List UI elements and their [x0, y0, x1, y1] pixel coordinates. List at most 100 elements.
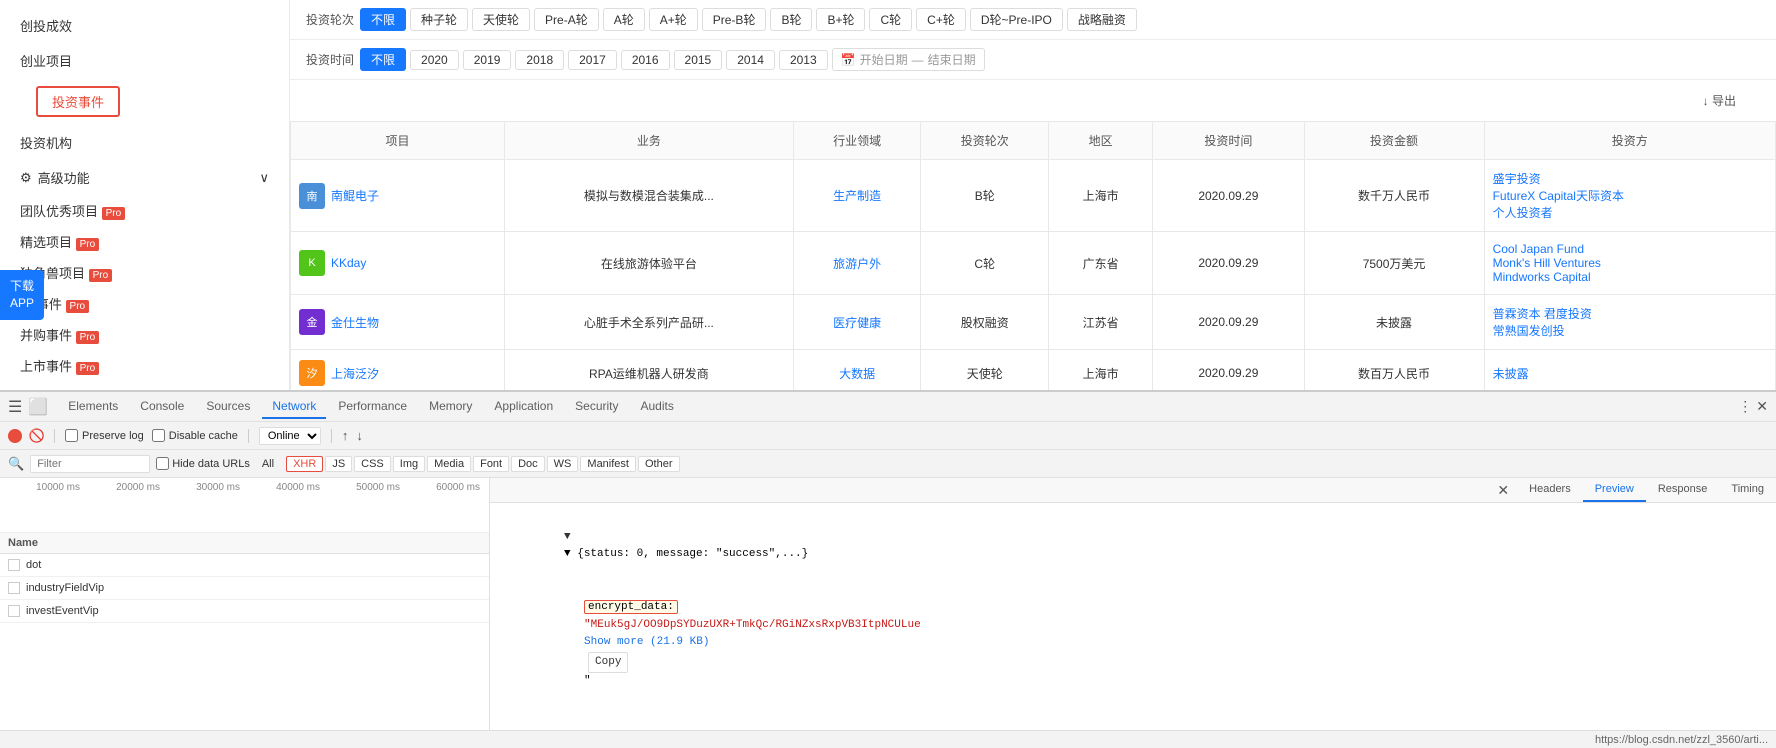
export-button[interactable]: ↓ 导出	[1695, 88, 1744, 113]
tab-console[interactable]: Console	[130, 395, 194, 419]
company-link[interactable]: 金仕生物	[331, 314, 379, 331]
investor-link[interactable]: Cool Japan Fund	[1493, 242, 1584, 256]
sidebar-sub-teamproject[interactable]: 团队优秀项目 Pro	[0, 195, 289, 226]
investor-link[interactable]: Monk's Hill Ventures	[1493, 256, 1601, 270]
sidebar-advanced-group[interactable]: ⚙ 高级功能 ∨	[0, 160, 289, 195]
preview-tab-timing[interactable]: Timing	[1719, 478, 1776, 502]
time-btn-2019[interactable]: 2019	[463, 50, 512, 70]
preserve-log-checkbox[interactable]: Preserve log	[65, 429, 144, 442]
preserve-log-input[interactable]	[65, 429, 78, 442]
copy-button[interactable]: Copy	[588, 652, 628, 674]
hide-data-urls-checkbox[interactable]: Hide data URLs	[156, 457, 250, 470]
time-btn-2018[interactable]: 2018	[515, 50, 564, 70]
filter-type-font[interactable]: Font	[473, 456, 509, 472]
investor-link[interactable]: 未披露	[1493, 367, 1529, 381]
filter-type-manifest[interactable]: Manifest	[580, 456, 636, 472]
industry-link[interactable]: 生产制造	[833, 189, 881, 203]
time-btn-2014[interactable]: 2014	[726, 50, 775, 70]
request-item-invest[interactable]: investEventVip	[0, 600, 489, 623]
sidebar-item-touzijigou[interactable]: 投资机构	[0, 125, 289, 160]
time-btn-2013[interactable]: 2013	[779, 50, 828, 70]
tab-network[interactable]: Network	[262, 395, 326, 419]
industry-link[interactable]: 大数据	[839, 367, 875, 381]
investor-link[interactable]: 盛宇投资	[1493, 172, 1541, 186]
company-link[interactable]: 南鲲电子	[331, 187, 379, 204]
show-more-button[interactable]: Show more (21.9 KB)	[584, 636, 709, 648]
disable-cache-input[interactable]	[152, 429, 165, 442]
sidebar-sub-neweconomy[interactable]: 新经济行业 Pro	[0, 381, 289, 390]
time-btn-2017[interactable]: 2017	[568, 50, 617, 70]
cell-industry[interactable]: 医疗健康	[793, 295, 921, 350]
tab-performance[interactable]: Performance	[328, 395, 417, 419]
online-select[interactable]: Online	[259, 427, 321, 445]
round-btn-prea[interactable]: Pre-A轮	[534, 8, 599, 31]
request-checkbox-industry[interactable]	[8, 582, 20, 594]
filter-type-img[interactable]: Img	[393, 456, 425, 472]
filter-icon[interactable]: 🔍	[8, 456, 24, 472]
tab-application[interactable]: Application	[484, 395, 563, 419]
round-btn-cplus[interactable]: C+轮	[916, 8, 966, 31]
request-item-industry[interactable]: industryFieldVip	[0, 577, 489, 600]
tab-sources[interactable]: Sources	[196, 395, 260, 419]
industry-link[interactable]: 医疗健康	[833, 316, 881, 330]
sidebar-item-chuangtou[interactable]: 创投成效	[0, 8, 289, 43]
time-btn-unlimited[interactable]: 不限	[360, 48, 406, 71]
filter-type-css[interactable]: CSS	[354, 456, 391, 472]
investor-link[interactable]: 普霖资本 君度投资	[1493, 307, 1592, 321]
filter-type-other[interactable]: Other	[638, 456, 680, 472]
request-checkbox-invest[interactable]	[8, 605, 20, 617]
tab-audits[interactable]: Audits	[631, 395, 684, 419]
json-expand-icon[interactable]: ▼	[564, 531, 571, 543]
time-btn-2020[interactable]: 2020	[410, 50, 459, 70]
investor-link[interactable]: 常熟国发创投	[1493, 324, 1565, 338]
round-btn-a[interactable]: A轮	[603, 8, 645, 31]
hide-data-urls-input[interactable]	[156, 457, 169, 470]
round-btn-d-ipo[interactable]: D轮~Pre-IPO	[970, 8, 1063, 31]
sidebar-item-touzishijian[interactable]: 投资事件	[36, 86, 120, 117]
round-btn-aplus[interactable]: A+轮	[649, 8, 698, 31]
sidebar-item-chuangye[interactable]: 创业项目	[0, 43, 289, 78]
sidebar-sub-featured[interactable]: 精选项目 Pro	[0, 226, 289, 257]
devtools-inspect-icon[interactable]: ⬜	[28, 397, 48, 417]
preview-close-btn[interactable]: ✕	[1497, 482, 1509, 499]
upload-icon[interactable]: ↑	[342, 428, 349, 443]
date-range-picker[interactable]: 📅 开始日期 — 结束日期	[832, 48, 985, 71]
cell-industry[interactable]: 旅游户外	[793, 232, 921, 295]
preview-tab-headers[interactable]: Headers	[1517, 478, 1583, 502]
all-filter-btn[interactable]: All	[256, 457, 280, 471]
tab-security[interactable]: Security	[565, 395, 628, 419]
investor-link[interactable]: FutureX Capital天际资本	[1493, 189, 1624, 203]
disable-cache-checkbox[interactable]: Disable cache	[152, 429, 238, 442]
devtools-toggle-icon[interactable]: ☰	[8, 397, 22, 417]
time-btn-2015[interactable]: 2015	[674, 50, 723, 70]
sidebar-sub-merger[interactable]: 并购事件 Pro	[0, 319, 289, 350]
filter-type-ws[interactable]: WS	[547, 456, 579, 472]
round-btn-strategic[interactable]: 战略融资	[1067, 8, 1137, 31]
devtools-more-icon[interactable]: ⋮	[1738, 398, 1752, 415]
filter-type-js[interactable]: JS	[325, 456, 352, 472]
record-button[interactable]	[8, 429, 22, 443]
download-app-button[interactable]: 下载APP	[0, 270, 44, 320]
company-link[interactable]: KKday	[331, 256, 366, 270]
round-btn-angel[interactable]: 天使轮	[472, 8, 530, 31]
filter-type-doc[interactable]: Doc	[511, 456, 545, 472]
tab-elements[interactable]: Elements	[58, 395, 128, 419]
filter-type-xhr[interactable]: XHR	[286, 456, 323, 472]
round-btn-b[interactable]: B轮	[770, 8, 812, 31]
preview-tab-preview[interactable]: Preview	[1583, 478, 1646, 502]
round-btn-seed[interactable]: 种子轮	[410, 8, 468, 31]
tab-memory[interactable]: Memory	[419, 395, 482, 419]
industry-link[interactable]: 旅游户外	[833, 257, 881, 271]
time-btn-2016[interactable]: 2016	[621, 50, 670, 70]
clear-log-button[interactable]: 🚫	[30, 429, 44, 443]
company-link[interactable]: 上海泛汐	[331, 365, 379, 382]
sidebar-sub-ipo[interactable]: 上市事件 Pro	[0, 350, 289, 381]
network-filter-input[interactable]	[30, 455, 150, 473]
request-checkbox-dot[interactable]	[8, 559, 20, 571]
round-btn-c[interactable]: C轮	[869, 8, 912, 31]
devtools-close-icon[interactable]: ✕	[1756, 398, 1768, 415]
request-item-dot[interactable]: dot	[0, 554, 489, 577]
cell-industry[interactable]: 生产制造	[793, 160, 921, 232]
preview-tab-response[interactable]: Response	[1646, 478, 1720, 502]
round-btn-preb[interactable]: Pre-B轮	[702, 8, 767, 31]
